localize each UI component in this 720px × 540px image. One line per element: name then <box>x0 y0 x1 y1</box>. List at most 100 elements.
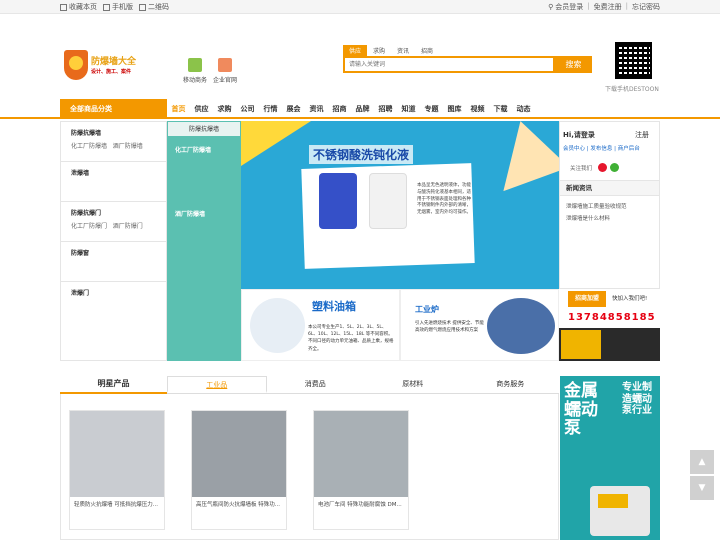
subcategory-link[interactable]: 酒厂防爆门 <box>113 223 143 230</box>
search-tab-supply[interactable]: 供应 <box>343 45 368 56</box>
arrow-down-icon: ▼ <box>698 483 706 493</box>
category-title[interactable]: 泄爆墙 <box>71 168 156 177</box>
product-caption[interactable]: 高压气瓶间防火抗爆墙板 特殊功... <box>192 497 286 511</box>
subpanel-item[interactable]: 酒厂防爆墙 <box>167 209 205 218</box>
product-grid: 轻质防火抗爆墙 可抵挡抗爆压力... 高压气瓶间防火抗爆墙板 特殊功... 电池… <box>60 394 559 540</box>
category-title[interactable]: 防爆抗爆墙 <box>71 128 156 137</box>
news-link[interactable]: 泄爆墙是什么材料 <box>566 214 610 222</box>
category-item[interactable]: 泄爆墙 <box>61 162 166 202</box>
search-tab-news[interactable]: 资讯 <box>391 45 415 56</box>
white-drum-image <box>369 173 407 229</box>
category-item[interactable]: 防爆抗爆墙 化工厂防爆墙 酒厂防爆墙 <box>61 122 166 162</box>
nav-item-company[interactable]: 公司 <box>236 99 259 119</box>
hotline-phone: 13784858185 <box>568 312 656 323</box>
scroll-top-button[interactable]: ▲ <box>690 450 714 474</box>
nav-item-download[interactable]: 下载 <box>489 99 512 119</box>
qr-code-label: 下载手机DESTOON <box>605 86 659 93</box>
enterprise-site-link[interactable]: 企业官网 <box>213 58 237 84</box>
product-caption[interactable]: 电池厂车间 特殊功能耐腐蚀 DM... <box>314 497 408 511</box>
search-tab-buy[interactable]: 求购 <box>367 45 391 56</box>
logo-slogan: 设计、施工、案件 <box>91 69 132 75</box>
subpanel-head[interactable]: 防爆抗爆墙 <box>167 121 241 137</box>
nav-item-know[interactable]: 知道 <box>397 99 420 119</box>
nav-item-brand[interactable]: 品牌 <box>351 99 374 119</box>
nav-item-jobs[interactable]: 招聘 <box>374 99 397 119</box>
banner-title: 不锈钢酸洗钝化液 <box>309 145 414 164</box>
member-center-link[interactable]: 会员中心 <box>563 146 585 152</box>
search-tab-invest[interactable]: 招商 <box>415 45 439 56</box>
qrcode-link[interactable]: 二维码 <box>139 2 169 12</box>
mobile-business-icon <box>188 58 202 72</box>
member-login-link[interactable]: ⚲ 会员登录 <box>548 2 583 12</box>
nav-item-supply[interactable]: 供应 <box>190 99 213 119</box>
blue-drum-image <box>319 173 357 229</box>
separator: | <box>587 2 590 10</box>
nav-item-video[interactable]: 视频 <box>466 99 489 119</box>
subpanel-item[interactable]: 化工厂防爆墙 <box>167 145 211 154</box>
follow-us-label: 关注我们 <box>570 166 593 172</box>
nav-item-home[interactable]: 首页 <box>167 99 190 119</box>
ad-title: 工业炉 <box>415 305 439 314</box>
subcategory-link[interactable]: 化工厂防爆墙 <box>71 143 107 150</box>
banner-decoration <box>241 121 311 166</box>
tab-consumer[interactable]: 消费品 <box>267 376 365 393</box>
nav-item-gallery[interactable]: 图库 <box>443 99 466 119</box>
scroll-bottom-button[interactable]: ▼ <box>690 476 714 500</box>
product-card[interactable]: 高压气瓶间防火抗爆墙板 特殊功... <box>191 410 287 530</box>
category-subs: 化工厂防爆门 酒厂防爆门 <box>71 221 156 230</box>
news-link[interactable]: 泄爆墙施工质量验收规范 <box>566 202 627 210</box>
search-button[interactable]: 搜索 <box>555 56 592 73</box>
subcategory-link[interactable]: 酒厂防爆墙 <box>113 143 143 150</box>
member-links: 会员中心 | 发布信息 | 商户后台 <box>563 146 640 152</box>
post-info-link[interactable]: 发布信息 <box>590 146 612 152</box>
tab-raw-material[interactable]: 原材料 <box>364 376 462 393</box>
join-button[interactable]: 招商加盟 <box>568 291 606 307</box>
tab-industrial[interactable]: 工业品 <box>167 376 267 393</box>
category-item[interactable]: 泄爆门 <box>61 282 166 322</box>
nav-item-invest[interactable]: 招商 <box>328 99 351 119</box>
wechat-icon[interactable] <box>610 163 619 172</box>
subcategory-link[interactable]: 化工厂防爆门 <box>71 223 107 230</box>
search-input[interactable] <box>345 58 553 71</box>
news-section-title: 新闻资讯 <box>560 180 659 196</box>
category-title[interactable]: 防爆抗爆门 <box>71 208 156 217</box>
ad-description: 引入先进燃烧技术 提供安全、节能高效的燃气燃烧应用技术和方案 <box>415 321 484 334</box>
register-link[interactable]: 注册 <box>635 130 649 140</box>
nav-item-topic[interactable]: 专题 <box>420 99 443 119</box>
bookmark-link[interactable]: 收藏本页 <box>60 2 97 12</box>
mobile-link[interactable]: 手机版 <box>103 2 133 12</box>
nav-item-market[interactable]: 行情 <box>259 99 282 119</box>
category-item[interactable]: 防爆抗爆门 化工厂防爆门 酒厂防爆门 <box>61 202 166 242</box>
ad-plastic-tank[interactable]: 塑料油箱 本公司专业生产1、5L、2L、3L、5L、6L、10L、12L、15L… <box>241 289 400 361</box>
ad-industrial-furnace[interactable]: 工业炉 引入先进燃烧技术 提供安全、节能高效的燃气燃烧应用技术和方案 <box>400 289 559 361</box>
nav-item-buy[interactable]: 求购 <box>213 99 236 119</box>
site-logo[interactable]: 防爆墙大全 设计、施工、案件 <box>62 48 172 88</box>
top-bar: 收藏本页 手机版 二维码 ⚲ 会员登录 | 免费注册 | 忘记密码 <box>0 0 720 14</box>
register-link[interactable]: 免费注册 <box>594 2 622 12</box>
nav-item-news[interactable]: 资讯 <box>305 99 328 119</box>
all-categories-button[interactable]: 全部商品分类 <box>60 99 167 119</box>
login-link[interactable]: Hi,请登录 <box>563 130 595 140</box>
side-ad-peristaltic-pump[interactable]: 金属蠕动泵 专业制造蠕动泵行业 <box>560 376 660 540</box>
product-caption[interactable]: 轻质防火抗爆墙 可抵挡抗爆压力... <box>70 497 164 511</box>
mobile-business-label: 移动商务 <box>183 77 208 84</box>
category-item[interactable]: 防爆窗 <box>61 242 166 282</box>
merchant-admin-link[interactable]: 商户后台 <box>618 146 640 152</box>
tab-business-service[interactable]: 商务服务 <box>462 376 560 393</box>
mobile-business-link[interactable]: 移动商务 <box>183 58 207 84</box>
product-card[interactable]: 轻质防火抗爆墙 可抵挡抗爆压力... <box>69 410 165 530</box>
join-prompt: 快加入我们吧! <box>612 296 648 302</box>
mobile-icon <box>103 3 110 11</box>
mobile-label: 手机版 <box>112 3 133 11</box>
weibo-icon[interactable] <box>598 163 607 172</box>
forgot-password-link[interactable]: 忘记密码 <box>632 2 660 12</box>
category-subs: 化工厂防爆墙 酒厂防爆墙 <box>71 141 156 150</box>
banner-description: 本品呈无色透明液体，功能与酸洗钝化液基本相同，适用于不锈钢表面处理和各种不锈钢制… <box>417 183 471 215</box>
join-ad-banner[interactable] <box>559 328 660 361</box>
nav-item-expo[interactable]: 展会 <box>282 99 305 119</box>
category-title[interactable]: 泄爆门 <box>71 288 156 297</box>
category-title[interactable]: 防爆窗 <box>71 248 156 257</box>
product-card[interactable]: 电池厂车间 特殊功能耐腐蚀 DM... <box>313 410 409 530</box>
nav-item-feed[interactable]: 动态 <box>512 99 535 119</box>
hero-banner[interactable]: 不锈钢酸洗钝化液 本品呈无色透明液体，功能与酸洗钝化液基本相同，适用于不锈钢表面… <box>241 121 559 289</box>
